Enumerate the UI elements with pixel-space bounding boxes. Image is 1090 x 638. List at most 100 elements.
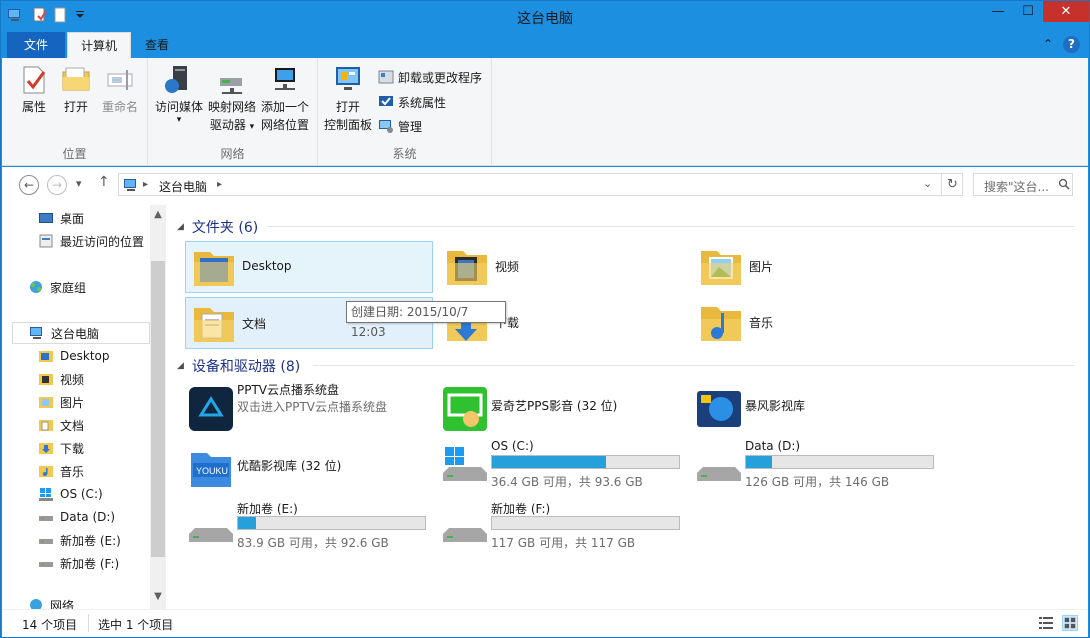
scroll-up-icon[interactable]: ▲ xyxy=(150,209,166,225)
up-button[interactable]: ↑ xyxy=(98,174,110,190)
desktop-folder-icon xyxy=(194,252,234,286)
control-panel-icon xyxy=(336,67,360,90)
nav-item-documents[interactable]: 文档 xyxy=(38,414,84,436)
manage-button[interactable]: 管理 xyxy=(378,115,422,137)
nav-scrollbar[interactable]: ▲ ▼ xyxy=(150,205,166,609)
svg-text:YOUKU: YOUKU xyxy=(196,466,228,476)
search-placeholder: 搜索"这台... xyxy=(984,180,1049,194)
nav-item-drive-f[interactable]: 新加卷 (F:) xyxy=(38,552,119,574)
details-view-icon[interactable] xyxy=(1038,615,1054,631)
chevron-up-icon[interactable]: ⌃ xyxy=(1043,37,1053,51)
open-cp-label-1: 打开 xyxy=(335,100,360,114)
map-drive-label-2: 驱动器 xyxy=(209,118,246,132)
drive-e[interactable]: 新加卷 (E:) 83.9 GB 可用，共 92.6 GB xyxy=(185,500,435,558)
drive-f[interactable]: 新加卷 (F:) 117 GB 可用，共 117 GB xyxy=(439,500,689,558)
folder-tile-desktop[interactable]: Desktop xyxy=(185,241,433,293)
map-network-drive-button[interactable]: 映射网络 驱动器 ▾ xyxy=(206,64,258,136)
uninstall-program-button[interactable]: 卸载或更改程序 xyxy=(378,66,482,88)
breadcrumb-separator-icon[interactable]: ▸ xyxy=(143,179,148,190)
manage-label: 管理 xyxy=(398,119,423,134)
folder-tile-videos[interactable]: 视频 xyxy=(439,241,687,293)
properties-label: 属性 xyxy=(21,100,46,114)
folder-tile-pictures[interactable]: 图片 xyxy=(693,241,941,293)
group-network: 访问媒体 ▾ 映射网络 驱动器 ▾ 添加一个 网络位置 网络 xyxy=(148,58,318,166)
rename-label: 重命名 xyxy=(101,100,138,114)
folders-header-divider xyxy=(267,226,1075,227)
drive-name: Data (D:) xyxy=(745,439,801,453)
manage-icon xyxy=(379,120,393,133)
access-media-button[interactable]: 访问媒体 ▾ xyxy=(152,64,206,125)
breadcrumb-this-pc[interactable]: 这台电脑 xyxy=(159,178,207,195)
scroll-thumb[interactable] xyxy=(151,261,165,557)
nav-label: 图片 xyxy=(60,395,85,410)
nav-label: 网络 xyxy=(50,599,75,609)
tiles-view-icon[interactable] xyxy=(1062,615,1078,631)
collapse-icon[interactable]: ◢ xyxy=(177,222,184,232)
folder-tile-music[interactable]: 音乐 xyxy=(693,297,941,349)
drive-icon xyxy=(39,516,53,521)
close-button[interactable]: ✕ xyxy=(1043,1,1089,22)
device-pptv[interactable]: PPTV云点播系统盘 双击进入PPTV云点播系统盘 xyxy=(185,381,435,439)
device-baofeng[interactable]: 暴风影视库 xyxy=(693,381,943,439)
explorer-window: 这台电脑 — ☐ ✕ 文件 计算机 查看 ⌃ ? 属性 打开 重命名 位置 访问… xyxy=(0,0,1090,638)
scroll-down-icon[interactable]: ▼ xyxy=(150,591,166,607)
iqiyi-icon xyxy=(443,387,487,431)
tab-computer[interactable]: 计算机 xyxy=(67,32,131,58)
devices-group-header[interactable]: ◢ 设备和驱动器 (8) xyxy=(177,356,300,376)
open-control-panel-button[interactable]: 打开 控制面板 xyxy=(322,64,374,134)
tab-view[interactable]: 查看 xyxy=(137,32,177,58)
nav-label: Desktop xyxy=(60,349,110,363)
open-button[interactable]: 打开 xyxy=(58,64,94,116)
map-drive-label-1: 映射网络 xyxy=(207,100,256,114)
refresh-button[interactable]: ↻ xyxy=(941,174,963,195)
open-folder-icon xyxy=(62,67,90,91)
address-dropdown-icon[interactable]: ⌄ xyxy=(923,177,932,190)
device-name: 优酷影视库 (32 位) xyxy=(237,459,342,473)
folder-name: Desktop xyxy=(242,259,292,273)
nav-item-downloads[interactable]: 下载 xyxy=(38,437,84,459)
recent-places-icon xyxy=(39,234,53,248)
back-button[interactable]: ← xyxy=(19,175,39,195)
pictures-folder-icon xyxy=(39,397,53,408)
nav-item-homegroup[interactable]: 家庭组 xyxy=(28,276,86,298)
breadcrumb-chevron-icon[interactable]: ▸ xyxy=(217,179,222,190)
folders-group-header[interactable]: ◢ 文件夹 (6) xyxy=(177,217,258,237)
nav-item-videos[interactable]: 视频 xyxy=(38,368,84,390)
address-field[interactable]: ▸ 这台电脑 ▸ ⌄ ↻ xyxy=(118,173,963,196)
recent-locations-dropdown[interactable]: ▾ xyxy=(76,177,82,190)
drive-d[interactable]: Data (D:) 126 GB 可用，共 146 GB xyxy=(693,439,943,497)
collapse-icon[interactable]: ◢ xyxy=(177,361,184,371)
youku-icon: YOUKU xyxy=(191,453,231,487)
status-bar: 14 个项目 选中 1 个项目 xyxy=(2,609,1088,637)
properties-button[interactable]: 属性 xyxy=(16,64,52,116)
ribbon: 属性 打开 重命名 位置 访问媒体 ▾ 映射网络 驱动器 ▾ 添加一个 网络位置… xyxy=(2,58,1088,166)
drive-usage-fill xyxy=(746,456,772,468)
add-network-location-button[interactable]: 添加一个 网络位置 xyxy=(258,64,312,134)
help-icon[interactable]: ? xyxy=(1063,36,1080,53)
nav-label: 桌面 xyxy=(60,211,85,226)
rename-button[interactable]: 重命名 xyxy=(98,64,142,116)
nav-item-drive-e[interactable]: 新加卷 (E:) xyxy=(38,529,121,551)
nav-item-this-pc[interactable]: 这台电脑 xyxy=(12,322,150,344)
network-drive-icon xyxy=(220,78,242,94)
nav-item-music[interactable]: 音乐 xyxy=(38,460,84,482)
drive-c[interactable]: OS (C:) 36.4 GB 可用，共 93.6 GB xyxy=(439,439,689,497)
nav-item-desktop[interactable]: 桌面 xyxy=(38,207,84,229)
system-properties-button[interactable]: 系统属性 xyxy=(378,91,446,113)
maximize-button[interactable]: ☐ xyxy=(1013,1,1043,22)
nav-item-pictures[interactable]: 图片 xyxy=(38,391,84,413)
nav-item-desktop-folder[interactable]: Desktop xyxy=(38,345,110,367)
access-media-label: 访问媒体 xyxy=(154,100,203,114)
forward-button[interactable]: → xyxy=(47,175,67,195)
nav-item-drive-c[interactable]: OS (C:) xyxy=(38,483,103,505)
minimize-button[interactable]: — xyxy=(983,1,1013,22)
nav-item-recent-places[interactable]: 最近访问的位置 xyxy=(38,230,144,252)
nav-item-network[interactable]: 网络 xyxy=(28,597,74,609)
search-box[interactable]: 搜索"这台... xyxy=(973,173,1073,196)
device-iqiyi[interactable]: 爱奇艺PPS影音 (32 位) xyxy=(439,381,689,439)
nav-label: 家庭组 xyxy=(50,280,87,295)
device-youku[interactable]: YOUKU 优酷影视库 (32 位) xyxy=(185,439,435,497)
nav-item-drive-d[interactable]: Data (D:) xyxy=(38,506,115,528)
tab-file[interactable]: 文件 xyxy=(7,32,65,58)
group-location: 属性 打开 重命名 位置 xyxy=(2,58,148,166)
